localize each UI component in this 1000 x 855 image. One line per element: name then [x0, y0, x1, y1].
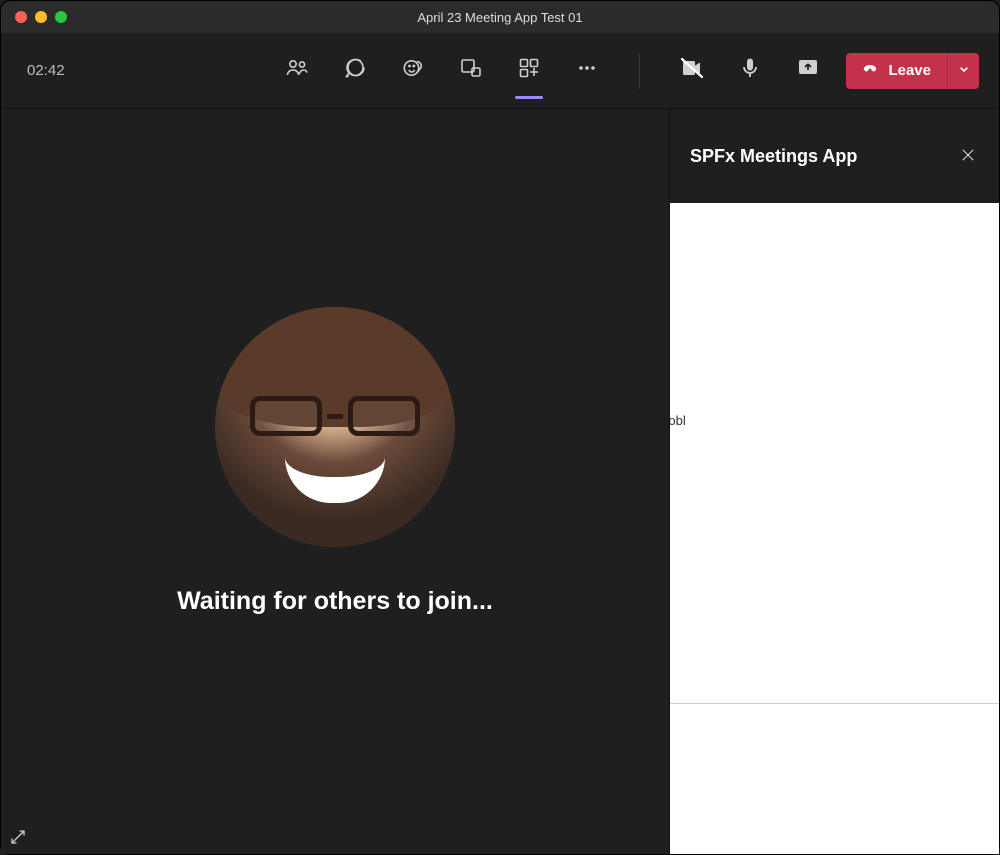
meeting-toolbar: 02:42 — [1, 33, 999, 109]
side-panel-close-button[interactable] — [959, 146, 979, 166]
share-screen-icon — [796, 56, 820, 85]
fullscreen-button[interactable] — [9, 828, 27, 846]
participant-avatar — [215, 307, 455, 547]
content-area: Waiting for others to join... SPFx Meeti… — [1, 109, 999, 854]
side-panel: SPFx Meetings App ng went wrong Jse the … — [669, 109, 999, 854]
error-link[interactable]: Point Foundation. — [670, 574, 999, 589]
rooms-icon — [459, 56, 483, 85]
panel-bottom-area — [670, 704, 999, 854]
more-actions-button[interactable] — [567, 51, 607, 91]
leave-button-label: Leave — [888, 62, 931, 79]
hangup-icon — [862, 61, 878, 81]
close-icon — [959, 151, 977, 168]
more-icon — [575, 56, 599, 85]
chat-button[interactable] — [335, 51, 375, 91]
microphone-icon — [738, 56, 762, 85]
call-stage: Waiting for others to join... — [1, 109, 669, 854]
expand-icon — [9, 833, 27, 850]
apps-icon — [517, 56, 541, 85]
error-heading: ng went wrong — [670, 343, 999, 383]
toolbar-separator — [639, 53, 640, 89]
leave-options-button[interactable] — [947, 53, 979, 89]
titlebar: April 23 Meeting App Test 01 — [1, 1, 999, 33]
rooms-button[interactable] — [451, 51, 491, 91]
side-panel-body: ng went wrong Jse the browser Back butto… — [670, 203, 999, 854]
error-body: Jse the browser Back button to retry. If… — [670, 411, 999, 450]
reactions-icon — [401, 56, 425, 85]
call-timer: 02:42 — [27, 62, 107, 79]
participants-icon — [285, 56, 309, 85]
leave-button-group: Leave — [846, 53, 979, 89]
leave-button[interactable]: Leave — [846, 53, 947, 89]
side-panel-title: SPFx Meetings App — [690, 146, 857, 167]
chat-icon — [343, 56, 367, 85]
participants-button[interactable] — [277, 51, 317, 91]
chevron-down-icon — [956, 61, 972, 80]
camera-toggle-button[interactable] — [672, 51, 712, 91]
microphone-toggle-button[interactable] — [730, 51, 770, 91]
error-technical-details: ror: TypeError: Cannot read property 'id… — [670, 538, 999, 550]
error-correlation-id: 15ab631b4a — [670, 615, 999, 629]
waiting-label: Waiting for others to join... — [177, 587, 493, 616]
window-title: April 23 Meeting App Test 01 — [1, 10, 999, 25]
apps-button[interactable] — [509, 51, 549, 91]
reactions-button[interactable] — [393, 51, 433, 91]
side-panel-header: SPFx Meetings App — [670, 109, 999, 203]
camera-off-icon — [680, 56, 704, 85]
error-page: ng went wrong Jse the browser Back butto… — [670, 343, 999, 629]
share-screen-button[interactable] — [788, 51, 828, 91]
